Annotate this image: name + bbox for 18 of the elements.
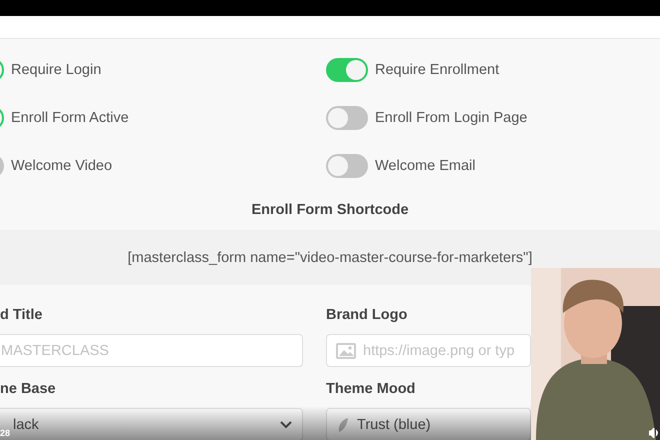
toggle-label: Welcome Email [375, 158, 476, 174]
field-label: d Title [0, 307, 44, 325]
select-value: Trust (blue) [357, 416, 432, 432]
field-label: Brand Logo [326, 307, 408, 325]
select-field[interactable]: Trust (blue) [326, 408, 531, 440]
title-input-field[interactable]: MASTERCLASS [0, 334, 303, 367]
select-value: lack [13, 416, 40, 432]
field-label: Theme Mood [326, 381, 416, 399]
video-time: 28 [0, 428, 10, 438]
toggle-label: Enroll From Login Page [375, 110, 528, 126]
toggle-label: Require Login [11, 62, 102, 78]
logo-url-field[interactable]: https://image.png or typ [326, 334, 531, 367]
toggle-label: Enroll Form Active [11, 110, 129, 126]
field-label: ne Base [0, 381, 57, 399]
toggle-label: Require Enrollment [375, 62, 500, 78]
shortcode-text: [masterclass_form name="video-master-course-for-marketers"] [0, 230, 660, 285]
toggle-label: Welcome Video [11, 158, 112, 174]
section-heading: Enroll Form Shortcode [250, 202, 410, 220]
